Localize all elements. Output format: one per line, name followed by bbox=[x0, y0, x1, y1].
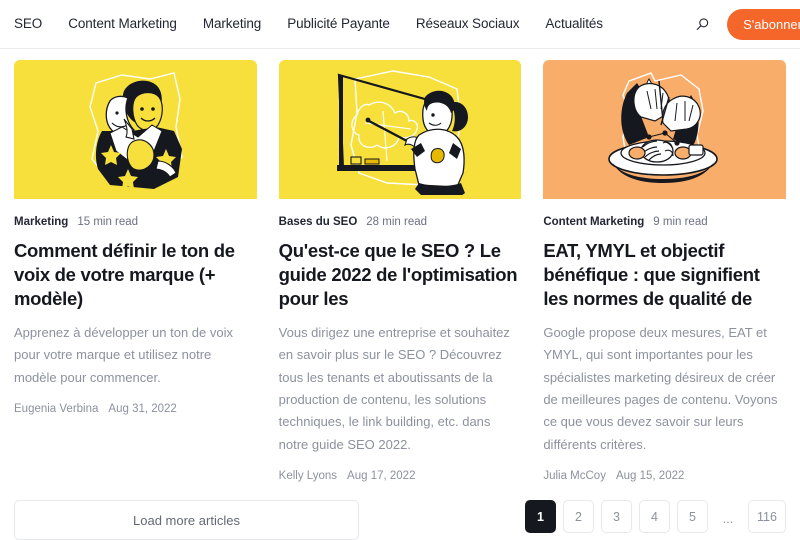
nav-item-reseaux-sociaux[interactable]: Réseaux Sociaux bbox=[416, 17, 520, 31]
page-button-2[interactable]: 2 bbox=[563, 500, 594, 533]
article-card[interactable]: Marketing 15 min read Comment définir le… bbox=[14, 60, 257, 415]
article-meta: Bases du SEO 28 min read bbox=[279, 216, 522, 230]
page-button-3[interactable]: 3 bbox=[601, 500, 632, 533]
article-meta: Content Marketing 9 min read bbox=[543, 216, 786, 230]
main-navigation: SEO Content Marketing Marketing Publicit… bbox=[14, 0, 603, 48]
article-description: Apprenez à développer un ton de voix pou… bbox=[14, 324, 233, 385]
articles-section: Marketing 15 min read Comment définir le… bbox=[0, 49, 800, 482]
person-holding-theater-mask-icon bbox=[89, 71, 184, 189]
pagination: 1 2 3 4 5 ... 116 bbox=[525, 500, 786, 533]
article-card[interactable]: Content Marketing 9 min read EAT, YMYL e… bbox=[543, 60, 786, 482]
article-thumbnail[interactable] bbox=[543, 60, 786, 199]
page-button-1[interactable]: 1 bbox=[525, 500, 556, 533]
article-byline: Kelly Lyons Aug 17, 2022 bbox=[279, 470, 522, 482]
article-meta: Marketing 15 min read bbox=[14, 216, 257, 230]
article-read-time: 28 min read bbox=[366, 216, 428, 228]
page-button-4[interactable]: 4 bbox=[639, 500, 670, 533]
article-thumbnail[interactable] bbox=[278, 60, 522, 199]
article-date: Aug 31, 2022 bbox=[108, 403, 177, 416]
article-category[interactable]: Content Marketing bbox=[543, 216, 644, 230]
page-button-5[interactable]: 5 bbox=[677, 500, 708, 533]
article-title[interactable]: Comment définir le ton de voix de votre … bbox=[14, 239, 257, 311]
articles-footer: Load more articles 1 2 3 4 5 ... 116 bbox=[0, 500, 800, 540]
article-description: Vous dirigez une entreprise et souhaitez… bbox=[278, 324, 510, 452]
search-button[interactable] bbox=[685, 7, 719, 41]
article-author[interactable]: Julia McCoy bbox=[543, 470, 606, 482]
teacher-at-whiteboard-with-pointer-icon bbox=[337, 69, 469, 195]
article-title[interactable]: EAT, YMYL et objectif bénéfique : que si… bbox=[543, 239, 786, 311]
article-description: Google propose deux mesures, EAT et YMYL… bbox=[543, 324, 778, 452]
article-read-time: 15 min read bbox=[77, 216, 139, 228]
article-grid: Marketing 15 min read Comment définir le… bbox=[14, 60, 786, 482]
article-category[interactable]: Marketing bbox=[14, 216, 68, 230]
article-card[interactable]: Bases du SEO 28 min read Qu'est-ce que l… bbox=[278, 60, 522, 482]
nav-item-actualites[interactable]: Actualités bbox=[545, 17, 603, 31]
article-date: Aug 15, 2022 bbox=[615, 470, 685, 483]
page-button-last[interactable]: 116 bbox=[748, 500, 786, 533]
nav-item-seo[interactable]: SEO bbox=[14, 17, 42, 31]
article-date: Aug 17, 2022 bbox=[347, 470, 416, 483]
nav-item-content-marketing[interactable]: Content Marketing bbox=[68, 17, 177, 31]
header-actions: S'abonner bbox=[685, 0, 800, 48]
page-ellipsis: ... bbox=[722, 512, 734, 526]
site-header: SEO Content Marketing Marketing Publicit… bbox=[0, 0, 800, 49]
article-byline: Eugenia Verbina Aug 31, 2022 bbox=[14, 403, 257, 415]
search-icon bbox=[696, 17, 708, 30]
nav-item-publicite-payante[interactable]: Publicité Payante bbox=[287, 17, 390, 31]
article-byline: Julia McCoy Aug 15, 2022 bbox=[543, 470, 786, 482]
article-category[interactable]: Bases du SEO bbox=[279, 216, 358, 230]
article-author[interactable]: Eugenia Verbina bbox=[14, 403, 98, 415]
load-more-button[interactable]: Load more articles bbox=[14, 500, 359, 540]
subscribe-button[interactable]: S'abonner bbox=[727, 8, 800, 40]
article-title[interactable]: Qu'est-ce que le SEO ? Le guide 2022 de … bbox=[279, 239, 522, 311]
nav-item-marketing[interactable]: Marketing bbox=[203, 17, 261, 31]
article-thumbnail[interactable] bbox=[14, 60, 257, 199]
article-read-time: 9 min read bbox=[653, 216, 708, 228]
article-author[interactable]: Kelly Lyons bbox=[279, 470, 337, 482]
hands-eating-pasta-plate-icon bbox=[608, 71, 718, 183]
